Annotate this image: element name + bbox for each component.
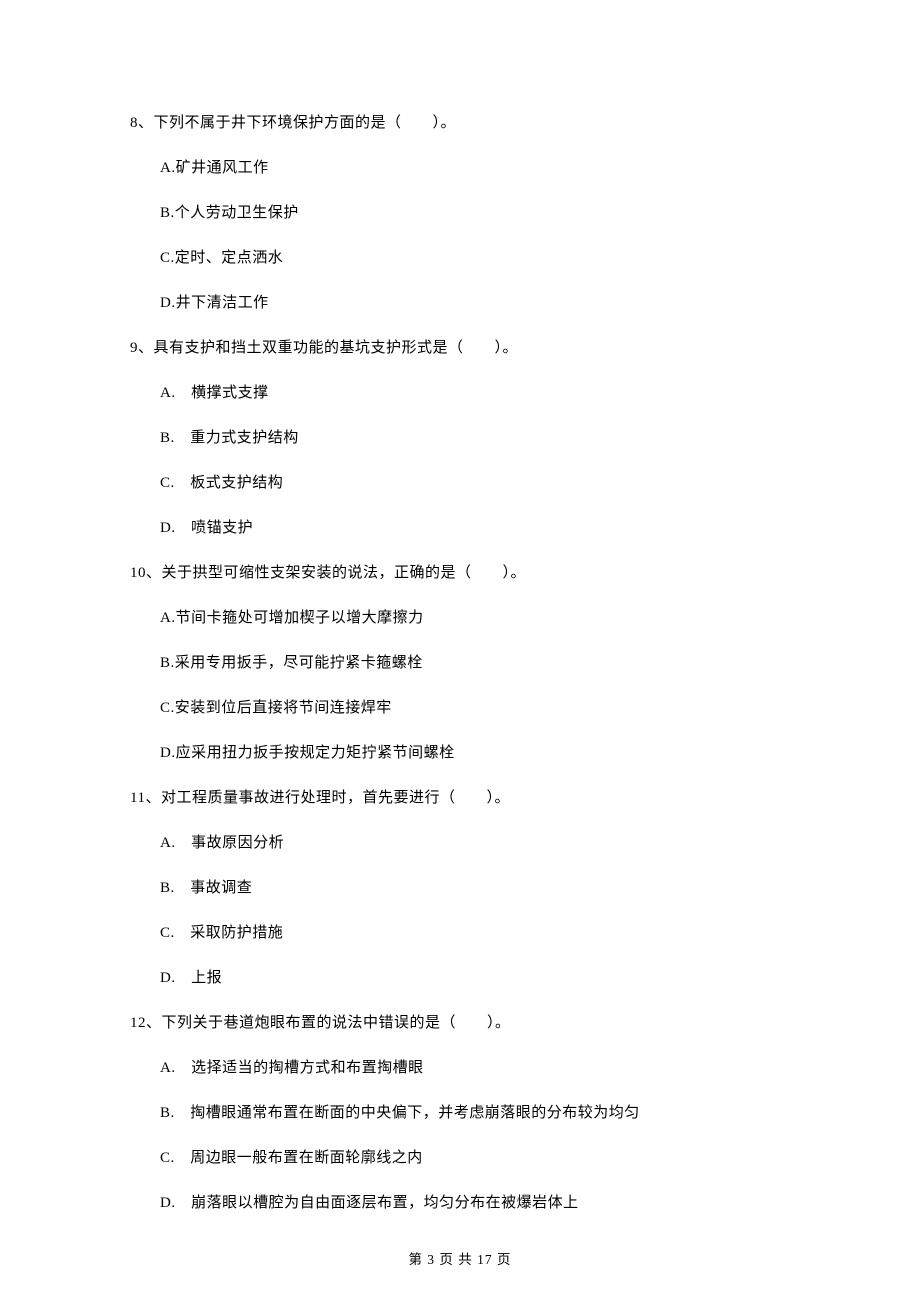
options-list: A. 选择适当的掏槽方式和布置掏槽眼 B. 掏槽眼通常布置在断面的中央偏下，并考… [130, 1055, 790, 1217]
question-11: 11、对工程质量事故进行处理时，首先要进行（ ）。 A. 事故原因分析 B. 事… [130, 785, 790, 992]
question-text: 8、下列不属于井下环境保护方面的是（ ）。 [130, 110, 790, 137]
option-d: D.井下清洁工作 [160, 290, 790, 317]
question-text: 10、关于拱型可缩性支架安装的说法，正确的是（ ）。 [130, 560, 790, 587]
options-list: A.矿井通风工作 B.个人劳动卫生保护 C.定时、定点洒水 D.井下清洁工作 [130, 155, 790, 317]
question-body: 下列不属于井下环境保护方面的是（ ）。 [154, 115, 457, 131]
question-text: 12、下列关于巷道炮眼布置的说法中错误的是（ ）。 [130, 1010, 790, 1037]
option-b: B. 重力式支护结构 [160, 425, 790, 452]
option-d: D. 喷锚支护 [160, 515, 790, 542]
option-b: B.采用专用扳手，尽可能拧紧卡箍螺栓 [160, 650, 790, 677]
option-d: D.应采用扭力扳手按规定力矩拧紧节间螺栓 [160, 740, 790, 767]
question-number: 10、 [130, 565, 162, 581]
option-a: A. 横撑式支撑 [160, 380, 790, 407]
option-b: B. 掏槽眼通常布置在断面的中央偏下，并考虑崩落眼的分布较为均匀 [160, 1100, 790, 1127]
option-c: C. 板式支护结构 [160, 470, 790, 497]
option-a: A. 选择适当的掏槽方式和布置掏槽眼 [160, 1055, 790, 1082]
options-list: A. 事故原因分析 B. 事故调查 C. 采取防护措施 D. 上报 [130, 830, 790, 992]
question-12: 12、下列关于巷道炮眼布置的说法中错误的是（ ）。 A. 选择适当的掏槽方式和布… [130, 1010, 790, 1217]
question-body: 下列关于巷道炮眼布置的说法中错误的是（ ）。 [162, 1015, 511, 1031]
option-d: D. 崩落眼以槽腔为自由面逐层布置，均匀分布在被爆岩体上 [160, 1190, 790, 1217]
question-text: 9、具有支护和挡土双重功能的基坑支护形式是（ ）。 [130, 335, 790, 362]
question-body: 具有支护和挡土双重功能的基坑支护形式是（ ）。 [154, 340, 519, 356]
option-b: B.个人劳动卫生保护 [160, 200, 790, 227]
question-text: 11、对工程质量事故进行处理时，首先要进行（ ）。 [130, 785, 790, 812]
option-a: A. 事故原因分析 [160, 830, 790, 857]
question-number: 8、 [130, 115, 154, 131]
page-footer: 第 3 页 共 17 页 [0, 1248, 920, 1268]
question-number: 9、 [130, 340, 154, 356]
option-a: A.节间卡箍处可增加楔子以增大摩擦力 [160, 605, 790, 632]
options-list: A. 横撑式支撑 B. 重力式支护结构 C. 板式支护结构 D. 喷锚支护 [130, 380, 790, 542]
question-10: 10、关于拱型可缩性支架安装的说法，正确的是（ ）。 A.节间卡箍处可增加楔子以… [130, 560, 790, 767]
question-number: 12、 [130, 1015, 162, 1031]
question-body: 关于拱型可缩性支架安装的说法，正确的是（ ）。 [162, 565, 527, 581]
question-body: 对工程质量事故进行处理时，首先要进行（ ）。 [161, 790, 510, 806]
option-c: C. 采取防护措施 [160, 920, 790, 947]
question-9: 9、具有支护和挡土双重功能的基坑支护形式是（ ）。 A. 横撑式支撑 B. 重力… [130, 335, 790, 542]
question-number: 11、 [130, 790, 161, 806]
option-a: A.矿井通风工作 [160, 155, 790, 182]
question-8: 8、下列不属于井下环境保护方面的是（ ）。 A.矿井通风工作 B.个人劳动卫生保… [130, 110, 790, 317]
option-c: C. 周边眼一般布置在断面轮廓线之内 [160, 1145, 790, 1172]
options-list: A.节间卡箍处可增加楔子以增大摩擦力 B.采用专用扳手，尽可能拧紧卡箍螺栓 C.… [130, 605, 790, 767]
option-c: C.定时、定点洒水 [160, 245, 790, 272]
option-b: B. 事故调查 [160, 875, 790, 902]
option-d: D. 上报 [160, 965, 790, 992]
option-c: C.安装到位后直接将节间连接焊牢 [160, 695, 790, 722]
document-page: 8、下列不属于井下环境保护方面的是（ ）。 A.矿井通风工作 B.个人劳动卫生保… [0, 0, 920, 1302]
